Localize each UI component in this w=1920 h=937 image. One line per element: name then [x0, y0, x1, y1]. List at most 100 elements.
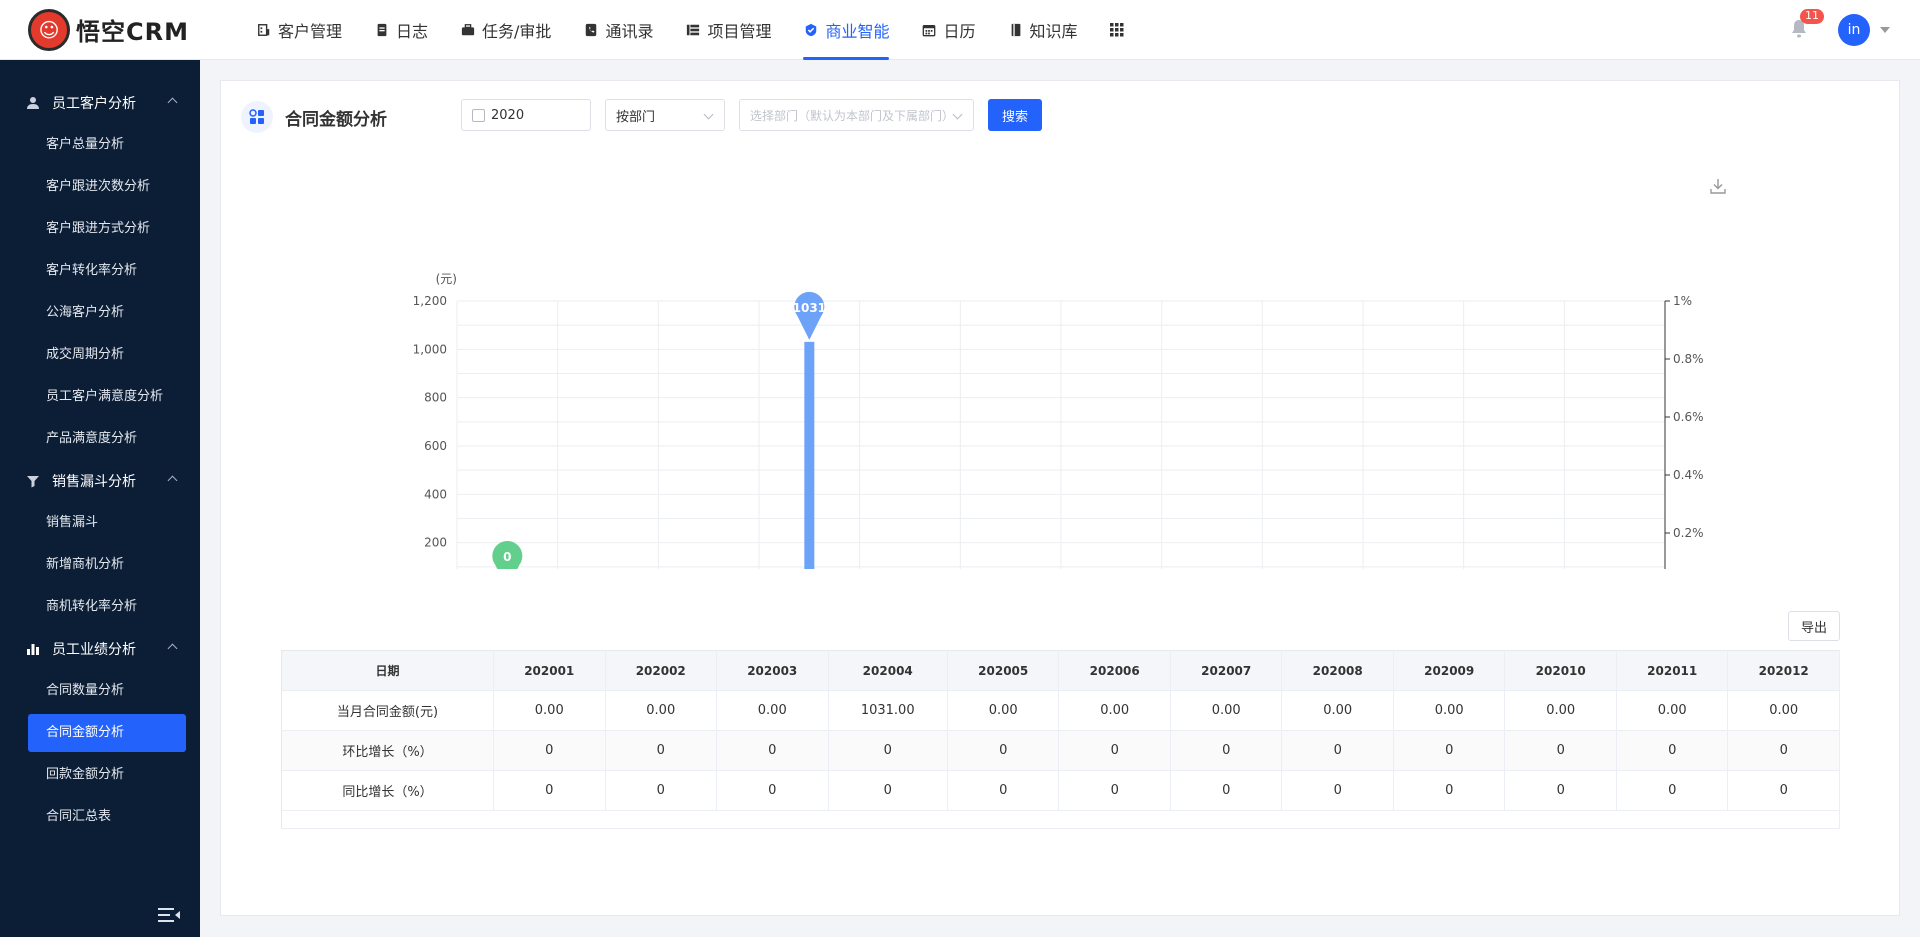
sidebar-group-1[interactable]: 销售漏斗分析: [0, 460, 200, 502]
apps-grid-icon: [1109, 22, 1124, 36]
table-cell: 0: [1504, 730, 1617, 771]
bar: [804, 341, 815, 569]
sidebar-item[interactable]: 客户跟进次数分析: [0, 166, 200, 208]
sidebar-item[interactable]: 回款金额分析: [0, 754, 200, 796]
table-header-cell: 202011: [1616, 650, 1729, 691]
table-header-cell: 202005: [947, 650, 1060, 691]
export-button[interactable]: 导出: [1788, 611, 1840, 641]
page-title: 合同金额分析: [285, 109, 387, 130]
chevron-down-icon: [952, 109, 963, 120]
year-picker[interactable]: 2020: [461, 99, 591, 131]
chevron-up-icon: [167, 475, 178, 486]
sidebar-item[interactable]: 成交周期分析: [0, 334, 200, 376]
table-cell: 0: [605, 730, 717, 771]
nav-item-0[interactable]: 客户管理: [240, 0, 358, 60]
sidebar-item[interactable]: 合同数量分析: [0, 670, 200, 712]
apps-grid-button[interactable]: [1094, 0, 1140, 60]
y-tick-label: 1,000: [413, 342, 447, 356]
nav-item-5[interactable]: 商业智能: [787, 0, 905, 60]
y-axis-label: (元): [436, 272, 457, 286]
nav-item-3[interactable]: 通讯录: [567, 0, 669, 60]
department-select[interactable]: 选择部门（默认为本部门及下属部门）: [739, 99, 974, 131]
sidebar-item[interactable]: 客户转化率分析: [0, 250, 200, 292]
table-row-label: 环比增长（%）: [281, 730, 494, 771]
sidebar-group-label: 员工客户分析: [52, 96, 136, 112]
table-cell: 0.00: [1393, 690, 1506, 731]
y-tick-label: 800: [424, 391, 447, 405]
nav-item-7[interactable]: 知识库: [992, 0, 1094, 60]
collapse-menu-icon[interactable]: [158, 907, 180, 923]
marker-label: 0: [503, 550, 511, 564]
table-cell: 0.00: [605, 690, 717, 731]
sidebar-item[interactable]: 新增商机分析: [0, 544, 200, 586]
avatar[interactable]: in: [1838, 14, 1870, 46]
search-button[interactable]: 搜索: [988, 99, 1043, 131]
table-cell: 0: [947, 770, 1060, 811]
sidebar-group-0[interactable]: 员工客户分析: [0, 82, 200, 124]
calendar-icon: [472, 108, 485, 122]
sidebar-item[interactable]: 客户跟进方式分析: [0, 208, 200, 250]
sidebar-item[interactable]: 销售漏斗: [0, 502, 200, 544]
log-icon: [374, 22, 390, 38]
table-header-cell: 202010: [1504, 650, 1617, 691]
sidebar-item[interactable]: 合同汇总表: [0, 796, 200, 838]
chevron-down-icon[interactable]: [1880, 27, 1890, 33]
building-icon: [256, 22, 272, 38]
sidebar-item[interactable]: 客户总量分析: [0, 124, 200, 166]
filter-bar: 2020 按部门 选择部门（默认为本部门及下属部门） 搜索: [461, 99, 1043, 131]
nav-label: 日志: [396, 21, 429, 41]
marker-pin: [794, 291, 825, 340]
contract-amount-chart: 02004006008001,0001,2000%0.2%0.4%0.6%0.8…: [413, 272, 1704, 569]
page-header: 合同金额分析: [241, 99, 387, 135]
table-cell: 0: [1727, 730, 1840, 771]
sidebar-item[interactable]: 员工客户满意度分析: [0, 376, 200, 418]
table-header-cell: 202002: [605, 650, 717, 691]
table-header-cell: 202007: [1170, 650, 1283, 691]
table-cell: 0: [1170, 770, 1283, 811]
table-row-label: 同比增长（%）: [281, 770, 494, 811]
table-header-cell: 202006: [1058, 650, 1171, 691]
table-cell: 0: [1170, 730, 1283, 771]
table-cell: 0.00: [493, 690, 606, 731]
table-cell: 1031.00: [828, 690, 948, 731]
briefcase-icon: [460, 22, 476, 38]
y2-tick-label: 0.4%: [1673, 468, 1704, 482]
table-cell: 0.00: [947, 690, 1060, 731]
grid-icon: [241, 101, 273, 133]
nav-item-6[interactable]: 日历: [905, 0, 991, 60]
y-tick-label: 200: [424, 536, 447, 550]
table-empty-row: [281, 810, 1840, 829]
nav-item-1[interactable]: 日志: [358, 0, 444, 60]
y2-tick-label: 0.8%: [1673, 352, 1704, 366]
sidebar-item[interactable]: 产品满意度分析: [0, 418, 200, 460]
list-icon: [685, 22, 701, 38]
data-table: 日期 202001 202002 202003 202004 202005 202006 20…: [281, 650, 1840, 829]
table-cell: 0: [1281, 770, 1394, 811]
year-value: 2020: [491, 107, 525, 123]
table-cell: 0: [1616, 730, 1729, 771]
table-cell: 0.00: [1504, 690, 1617, 731]
bi-check-icon: [803, 22, 819, 38]
phone-book-icon: [583, 22, 599, 38]
sidebar-item[interactable]: 公海客户分析: [0, 292, 200, 334]
table-row-label: 当月合同金额(元): [281, 690, 494, 731]
notification-badge: 11: [1800, 9, 1824, 24]
y-tick-label: 1,200: [413, 294, 447, 308]
sidebar-item[interactable]: 合同金额分析: [28, 714, 186, 752]
nav-item-4[interactable]: 项目管理: [669, 0, 787, 60]
nav-item-2[interactable]: 任务/审批: [444, 0, 567, 60]
nav-label: 日历: [943, 21, 976, 41]
table-cell: 0.00: [1727, 690, 1840, 731]
sidebar-group-2[interactable]: 员工业绩分析: [0, 628, 200, 670]
sidebar-item[interactable]: 商机转化率分析: [0, 586, 200, 628]
logo[interactable]: ☺ 悟空CRM: [28, 8, 218, 51]
nav-label: 商业智能: [825, 21, 890, 41]
notification-bell[interactable]: 11: [1790, 9, 1824, 41]
table-cell: 0: [828, 770, 948, 811]
table-cell: 0: [716, 730, 829, 771]
group-by-select[interactable]: 按部门: [605, 99, 725, 131]
sidebar: 员工客户分析客户总量分析 客户跟进次数分析 客户跟进方式分析 客户转化率分析 公海客户分…: [0, 60, 200, 937]
sidebar-group-label: 销售漏斗分析: [52, 474, 136, 490]
table-header-cell: 202001: [493, 650, 606, 691]
y2-tick-label: 0.2%: [1673, 526, 1704, 540]
